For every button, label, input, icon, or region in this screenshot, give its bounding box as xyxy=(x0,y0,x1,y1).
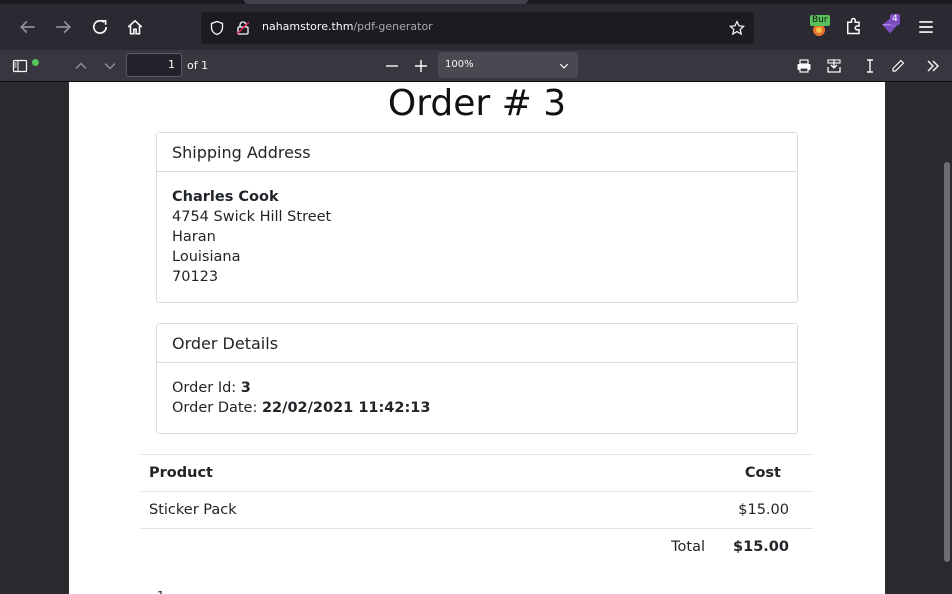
page-count-label: of 1 xyxy=(187,59,209,72)
bookmark-star-icon[interactable] xyxy=(729,20,745,36)
zoom-select[interactable]: 100% xyxy=(438,52,578,78)
street-address: 4754 Swick Hill Street xyxy=(172,209,332,225)
shipping-address-header: Shipping Address xyxy=(157,133,797,172)
state: Louisiana xyxy=(172,249,241,265)
purple-extension-button[interactable]: 4 xyxy=(880,14,902,38)
text-cursor-icon xyxy=(867,59,873,73)
url-host: nahamstore.thm xyxy=(262,20,354,33)
shipping-address-card: Shipping Address Charles Cook 4754 Swick… xyxy=(156,132,798,303)
city: Haran xyxy=(172,229,216,245)
shipping-address-body: Charles Cook 4754 Swick Hill Street Hara… xyxy=(157,172,797,287)
home-button[interactable] xyxy=(122,14,148,40)
order-details-card: Order Details Order Id: 3 Order Date: 22… xyxy=(156,323,798,434)
shield-icon[interactable] xyxy=(209,20,225,36)
pdf-viewport[interactable]: Order # 3 Shipping Address Charles Cook … xyxy=(0,82,952,594)
scrollbar-track[interactable] xyxy=(942,82,952,594)
page-footer-number: 1 xyxy=(157,589,165,594)
reload-button[interactable] xyxy=(87,14,113,40)
previous-page-button[interactable] xyxy=(69,55,93,77)
zoom-in-button[interactable] xyxy=(409,55,433,77)
zoom-value: 100% xyxy=(445,59,474,70)
forward-arrow-icon xyxy=(56,20,71,34)
scrollbar-thumb[interactable] xyxy=(944,162,950,562)
zoom-out-button[interactable] xyxy=(380,55,404,77)
cost-cell: $15.00 xyxy=(738,502,789,518)
puzzle-icon xyxy=(847,17,860,35)
minus-icon xyxy=(386,65,398,67)
order-date-value: 22/02/2021 11:42:13 xyxy=(261,400,431,416)
table-header-row: Product Cost xyxy=(141,454,813,491)
product-column-header: Product xyxy=(149,465,213,481)
order-title: Order # 3 xyxy=(387,83,567,124)
order-details-body: Order Id: 3 Order Date: 22/02/2021 11:42… xyxy=(157,363,797,418)
hamburger-menu-icon xyxy=(919,21,933,33)
order-id-label: Order Id: xyxy=(172,380,237,396)
url-text[interactable]: nahamstore.thm/pdf-generator xyxy=(262,20,433,33)
order-id-line: Order Id: 3 xyxy=(172,378,782,398)
chevron-up-icon xyxy=(75,62,87,69)
forward-button[interactable] xyxy=(50,14,76,40)
burp-badge: Bur xyxy=(810,15,830,26)
zip-code: 70123 xyxy=(172,269,219,285)
download-button[interactable] xyxy=(822,55,846,77)
pencil-icon xyxy=(892,59,905,72)
reload-icon xyxy=(92,19,108,34)
more-tools-button[interactable] xyxy=(921,55,945,77)
cost-column-header: Cost xyxy=(744,465,781,481)
order-items-table: Product Cost Sticker Pack $15.00 Total $… xyxy=(141,454,813,565)
pdf-toolbar: 1 of 1 100% xyxy=(0,50,952,82)
order-date-line: Order Date: 22/02/2021 11:42:13 xyxy=(172,398,782,418)
notification-dot xyxy=(32,59,39,66)
double-chevron-right-icon xyxy=(927,60,939,72)
order-id-value: 3 xyxy=(240,380,251,396)
order-date-label: Order Date: xyxy=(172,400,258,416)
chevron-down-icon xyxy=(559,63,569,69)
total-label: Total xyxy=(671,539,705,555)
sidebar-icon xyxy=(12,59,28,73)
customer-name: Charles Cook xyxy=(172,189,279,205)
plus-icon xyxy=(415,60,427,72)
printer-icon xyxy=(797,59,811,73)
print-button[interactable] xyxy=(792,55,816,77)
home-icon xyxy=(127,19,143,35)
sidebar-toggle-button[interactable] xyxy=(8,55,39,77)
order-details-header: Order Details xyxy=(157,324,797,363)
back-button[interactable] xyxy=(15,14,41,40)
pdf-page: Order # 3 Shipping Address Charles Cook … xyxy=(69,82,885,594)
url-path: /pdf-generator xyxy=(353,20,433,33)
next-page-button[interactable] xyxy=(98,55,122,77)
text-tool-button[interactable] xyxy=(858,55,882,77)
burp-extension-button[interactable]: Bur xyxy=(808,15,830,38)
download-icon xyxy=(827,59,841,73)
table-row: Sticker Pack $15.00 xyxy=(141,491,813,528)
back-arrow-icon xyxy=(20,20,35,34)
total-value: $15.00 xyxy=(733,539,789,555)
url-bar[interactable]: nahamstore.thm/pdf-generator xyxy=(201,12,754,44)
extensions-button[interactable] xyxy=(844,16,866,38)
purple-badge: 4 xyxy=(890,14,900,25)
app-menu-button[interactable] xyxy=(913,14,939,40)
chevron-down-icon xyxy=(104,63,116,70)
product-cell: Sticker Pack xyxy=(149,502,237,518)
total-row: Total $15.00 xyxy=(141,528,813,565)
nav-bar: nahamstore.thm/pdf-generator Bur 4 xyxy=(0,4,952,50)
page-number-input[interactable]: 1 xyxy=(126,53,182,77)
draw-tool-button[interactable] xyxy=(886,55,910,77)
insecure-lock-icon[interactable] xyxy=(235,20,251,36)
